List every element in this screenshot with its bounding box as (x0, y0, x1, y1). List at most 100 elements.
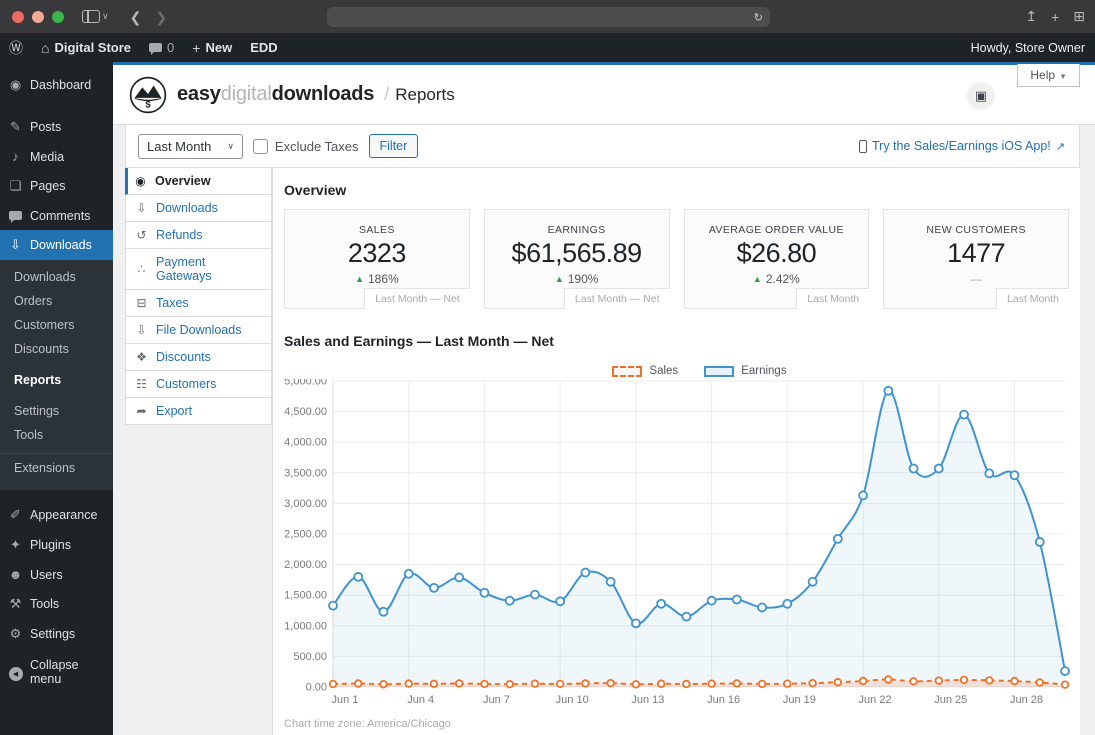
tab-export[interactable]: ➦ Export (125, 398, 272, 425)
chevron-down-icon[interactable]: ∨ (100, 11, 113, 22)
wp-admin-bar: Ⓦ ⌂ Digital Store 0 + New EDD Howdy, Sto… (0, 33, 1095, 62)
tab-overview[interactable]: ◉ Overview (125, 168, 272, 195)
tile-delta: 2.42% (765, 272, 800, 286)
tab-refunds[interactable]: ↺ Refunds (125, 222, 272, 249)
tab-taxes[interactable]: ⊟ Taxes (125, 290, 272, 317)
submenu-separator (0, 453, 113, 454)
svg-text:Jun 10: Jun 10 (556, 694, 589, 706)
tab-payment-gateways[interactable]: ∴ Payment Gateways (125, 249, 272, 290)
legend-sales[interactable]: Sales (612, 365, 678, 377)
sidebar-item-posts[interactable]: ✎ Posts (0, 112, 113, 142)
submenu-item-extensions[interactable]: Extensions (0, 456, 113, 480)
tab-label: Discounts (156, 350, 211, 364)
report-main: Overview SALES 2323 ▲ 186% Last Month — N… (272, 168, 1080, 735)
tab-label: Refunds (156, 228, 203, 242)
submenu-item-tools[interactable]: Tools (0, 423, 113, 447)
tab-customers[interactable]: ☷ Customers (125, 371, 272, 398)
sidebar-item-media[interactable]: ♪ Media (0, 142, 113, 171)
sidebar-item-appearance[interactable]: ✐ Appearance (0, 500, 113, 530)
edd-menu[interactable]: EDD (241, 33, 286, 62)
wp-logo-menu[interactable]: Ⓦ (0, 33, 32, 62)
howdy-user-menu[interactable]: Howdy, Store Owner (971, 41, 1085, 55)
download-icon: ⇩ (10, 237, 21, 252)
sidebar-item-users[interactable]: ☻ Users (0, 560, 113, 589)
tile-value: $61,565.89 (511, 238, 643, 268)
phone-icon (858, 139, 867, 153)
trend-up-icon: ▲ (752, 274, 762, 284)
svg-text:Jun 16: Jun 16 (707, 694, 740, 706)
new-tab-icon[interactable]: + (1051, 9, 1059, 25)
support-chat-icon[interactable]: ▣ (967, 82, 995, 110)
svg-text:$: $ (145, 99, 151, 110)
submenu-item-discounts[interactable]: Discounts (0, 337, 113, 361)
tile-value: 2323 (347, 238, 407, 268)
svg-text:4,000.00: 4,000.00 (284, 437, 327, 449)
tab-file-downloads[interactable]: ⇩ File Downloads (125, 317, 272, 344)
submenu-item-orders[interactable]: Orders (0, 289, 113, 313)
sidebar-item-downloads[interactable]: ⇩ Downloads (0, 230, 113, 260)
collapse-menu-button[interactable]: ◀ Collapse menu (0, 651, 113, 693)
tile-range: Last Month — Net (563, 288, 670, 309)
site-name-menu[interactable]: ⌂ Digital Store (32, 33, 140, 62)
tile-range: Last Month — Net (364, 288, 470, 309)
refresh-icon[interactable]: ↻ (754, 11, 763, 24)
submenu-item-settings[interactable]: Settings (0, 399, 113, 423)
tile-label: SALES (358, 224, 395, 236)
sidebar-item-dashboard[interactable]: ◉ Dashboard (0, 70, 113, 100)
svg-text:5,000.00: 5,000.00 (284, 379, 327, 388)
help-button[interactable]: Help ▼ (1017, 64, 1080, 87)
comments-menu[interactable]: 0 (140, 33, 183, 62)
tile-delta: 186% (367, 272, 399, 286)
svg-text:4,500.00: 4,500.00 (284, 406, 327, 418)
plus-icon: + (192, 39, 201, 56)
sales-earnings-chart[interactable]: 5,000.00 4,500.00 4,000.00 3,500.00 3,000.00… (284, 376, 1070, 709)
svg-text:Jun 4: Jun 4 (407, 694, 434, 706)
sidebar-item-pages[interactable]: ❏ Pages (0, 171, 113, 201)
new-label: New (205, 40, 233, 55)
page-title: Reports (395, 84, 455, 104)
users-icon: ☻ (8, 567, 23, 582)
svg-text:Jun 19: Jun 19 (783, 694, 816, 706)
new-content-menu[interactable]: + New (183, 33, 241, 62)
sidebar-item-comments[interactable]: Comments (0, 201, 113, 230)
date-range-select[interactable]: Last Month ∨ (138, 133, 243, 159)
filter-button[interactable]: Filter (368, 134, 419, 158)
sidebar-item-tools[interactable]: ⚒ Tools (0, 589, 113, 619)
sidebar-item-plugins[interactable]: ✦ Plugins (0, 530, 113, 560)
tile-delta: 190% (567, 272, 599, 286)
sidebar-item-label: Downloads (30, 238, 92, 252)
comments-icon (8, 208, 23, 223)
tab-overview-icon[interactable]: ⊞ (1073, 8, 1085, 25)
report-tabs: ◉ Overview ⇩ Downloads ↺ Refunds ∴ Payme… (125, 168, 272, 735)
ios-app-link[interactable]: Try the Sales/Earnings iOS App! ↗ (858, 139, 1065, 153)
address-bar[interactable]: ↻ (327, 7, 770, 27)
brand-easy: easy (177, 83, 221, 105)
tile-value: $26.80 (736, 238, 817, 268)
earnings-swatch-icon (704, 365, 735, 377)
browser-chrome: ∨ ❮ ❯ ↻ ↥ + ⊞ (0, 0, 1095, 33)
tile-label: EARNINGS (547, 224, 606, 236)
minimize-window-button[interactable] (32, 10, 44, 23)
tile-sales: SALES 2323 ▲ 186% Last Month — Net (284, 209, 470, 309)
overview-heading: Overview (284, 182, 347, 198)
submenu-item-reports[interactable]: Reports (0, 368, 113, 392)
close-window-button[interactable] (12, 10, 24, 23)
sidebar-item-settings[interactable]: ⚙ Settings (0, 619, 113, 649)
submenu-item-downloads[interactable]: Downloads (0, 265, 113, 289)
tab-downloads[interactable]: ⇩ Downloads (125, 195, 272, 222)
legend-earnings[interactable]: Earnings (704, 365, 787, 377)
sidebar-toggle-icon[interactable] (82, 10, 100, 23)
edd-header: $ easydigitaldownloads / Reports ▣ Help ▼ (113, 64, 1095, 125)
submenu-item-customers[interactable]: Customers (0, 313, 113, 337)
tab-discounts[interactable]: ❖ Discounts (125, 344, 272, 371)
edd-logo: $ (129, 76, 167, 113)
external-link-icon: ↗ (1055, 140, 1065, 153)
export-icon: ➦ (136, 404, 147, 418)
zoom-window-button[interactable] (52, 10, 64, 23)
sidebar-item-label: Media (30, 149, 65, 164)
tab-label: Payment Gateways (156, 255, 212, 283)
exclude-taxes-checkbox[interactable] (252, 138, 268, 154)
tab-label: Downloads (156, 201, 218, 215)
share-icon[interactable]: ↥ (1025, 8, 1037, 25)
back-button[interactable]: ❮ (123, 10, 149, 24)
